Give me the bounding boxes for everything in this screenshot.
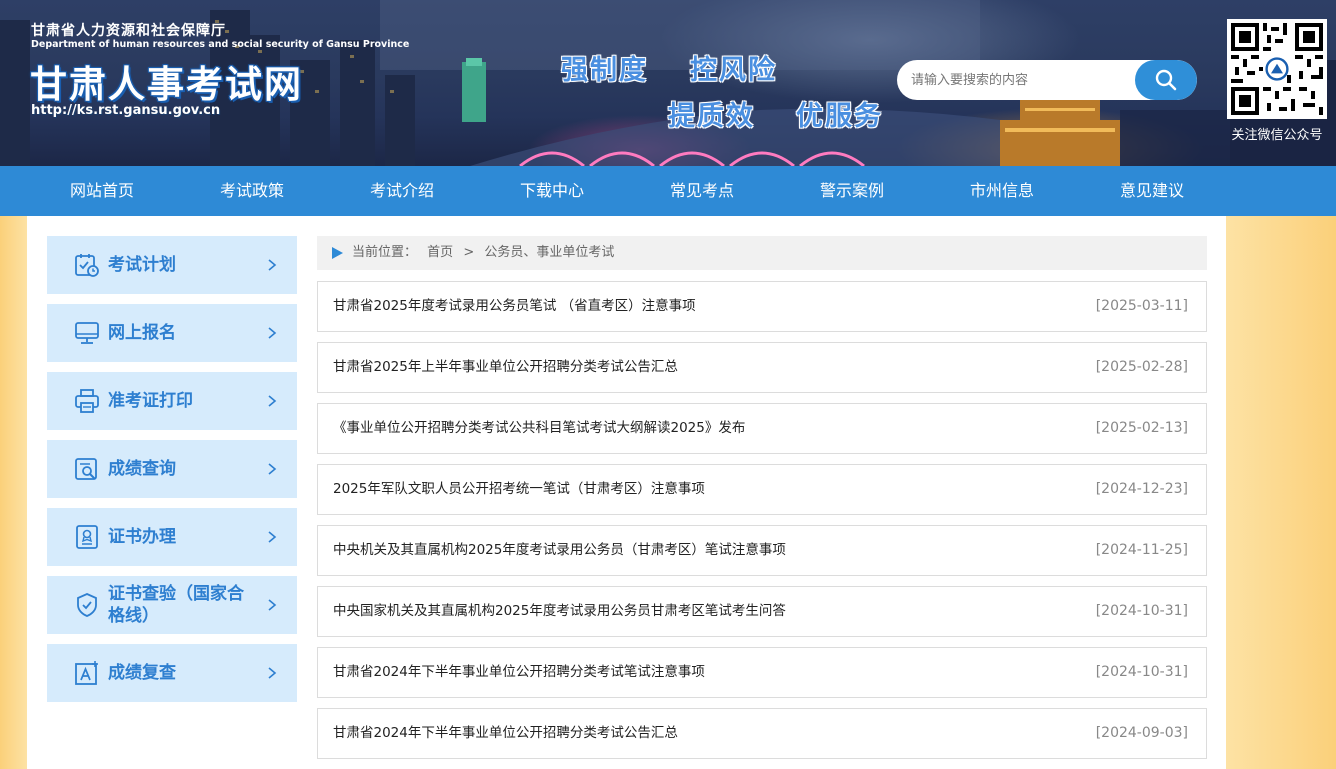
news-title[interactable]: 中央机关及其直属机构2025年度考试录用公务员（甘肃考区）笔试注意事项 <box>333 526 786 575</box>
slogan-2: 控风险 <box>690 55 777 86</box>
search-button[interactable] <box>1135 60 1197 100</box>
news-date: [2024-11-25] <box>1095 542 1188 558</box>
org-name-en: Department of human resources and social… <box>31 39 410 50</box>
play-arrow-icon <box>332 247 343 259</box>
news-date: [2024-12-23] <box>1095 481 1188 497</box>
sidebar-item-score-review[interactable]: 成绩复查 <box>47 644 297 702</box>
shield-check-icon <box>77 593 97 617</box>
news-list-item[interactable]: 甘肃省2025年上半年事业单位公开招聘分类考试公告汇总 [2025-02-28] <box>317 342 1207 393</box>
printer-icon <box>75 389 99 413</box>
breadcrumb: 当前位置： 首页 > 公务员、事业单位考试 <box>317 236 1207 270</box>
news-list-item[interactable]: 中央国家机关及其直属机构2025年度考试录用公务员甘肃考区笔试考生问答 [202… <box>317 586 1207 637</box>
news-list-item[interactable]: 2025年军队文职人员公开招考统一笔试（甘肃考区）注意事项 [2024-12-2… <box>317 464 1207 515</box>
chevron-right-icon <box>268 259 277 271</box>
sidebar-item-label: 网上报名 <box>108 323 176 343</box>
nav-item-home[interactable]: 网站首页 <box>27 166 177 216</box>
sidebar-item-label: 证书办理 <box>108 527 176 547</box>
slogan-3: 提质效 <box>668 101 755 132</box>
news-date: [2024-10-31] <box>1095 603 1188 619</box>
qr-caption: 关注微信公众号 <box>1231 128 1323 143</box>
sidebar-item-label: 考试计划 <box>108 255 176 275</box>
chevron-right-icon <box>268 327 277 339</box>
font-review-icon <box>75 661 98 685</box>
slogan-4: 优服务 <box>796 101 883 132</box>
news-list-item[interactable]: 甘肃省2024年下半年事业单位公开招聘分类考试笔试注意事项 [2024-10-3… <box>317 647 1207 698</box>
news-date: [2024-09-03] <box>1095 725 1188 741</box>
nav-item-exam-sites[interactable]: 常见考点 <box>627 166 777 216</box>
sidebar-item-label: 成绩复查 <box>108 663 176 683</box>
sidebar-item-label: 证书查验（国家合格线） <box>108 584 244 626</box>
news-title[interactable]: 甘肃省2024年下半年事业单位公开招聘分类考试公告汇总 <box>333 709 678 758</box>
nav-item-exam-policy[interactable]: 考试政策 <box>177 166 327 216</box>
main-nav: 网站首页 考试政策 考试介绍 下载中心 常见考点 警示案例 市州信息 意见建议 <box>0 166 1336 216</box>
qr-code-image <box>1227 19 1327 119</box>
chevron-right-icon <box>268 463 277 475</box>
nav-item-warning-cases[interactable]: 警示案例 <box>777 166 927 216</box>
site-title[interactable]: 甘肃人事考试网 <box>30 54 303 108</box>
breadcrumb-home-link[interactable]: 首页 <box>427 245 453 260</box>
news-title[interactable]: 2025年军队文职人员公开招考统一笔试（甘肃考区）注意事项 <box>333 465 705 514</box>
chevron-right-icon <box>268 667 277 679</box>
nav-item-exam-intro[interactable]: 考试介绍 <box>327 166 477 216</box>
news-date: [2025-02-13] <box>1095 420 1188 436</box>
news-list-item[interactable]: 《事业单位公开招聘分类考试公共科目笔试考试大纲解读2025》发布 [2025-0… <box>317 403 1207 454</box>
chevron-right-icon <box>268 599 277 611</box>
search-icon <box>1155 69 1177 91</box>
sidebar-item-certificate-verify[interactable]: 证书查验（国家合格线） <box>47 576 297 634</box>
sidebar-item-admission-ticket[interactable]: 准考证打印 <box>47 372 297 430</box>
nav-item-download[interactable]: 下载中心 <box>477 166 627 216</box>
sidebar-item-score-query[interactable]: 成绩查询 <box>47 440 297 498</box>
chevron-right-icon <box>268 395 277 407</box>
wechat-qr-code <box>1227 19 1327 119</box>
news-date: [2025-03-11] <box>1095 298 1188 314</box>
news-title[interactable]: 甘肃省2024年下半年事业单位公开招聘分类考试笔试注意事项 <box>333 648 705 697</box>
sidebar-item-label: 准考证打印 <box>108 391 193 411</box>
sidebar-item-online-registration[interactable]: 网上报名 <box>47 304 297 362</box>
org-name-cn: 甘肃省人力资源和社会保障厅 <box>31 23 226 39</box>
breadcrumb-separator: > <box>463 245 475 260</box>
nav-item-city-info[interactable]: 市州信息 <box>927 166 1077 216</box>
news-title[interactable]: 甘肃省2025年上半年事业单位公开招聘分类考试公告汇总 <box>333 343 678 392</box>
news-date: [2024-10-31] <box>1095 664 1188 680</box>
chevron-right-icon <box>268 531 277 543</box>
news-title[interactable]: 《事业单位公开招聘分类考试公共科目笔试考试大纲解读2025》发布 <box>333 404 745 453</box>
site-url: http://ks.rst.gansu.gov.cn <box>31 103 221 118</box>
breadcrumb-current[interactable]: 公务员、事业单位考试 <box>484 245 614 260</box>
search-document-icon <box>75 458 97 480</box>
sidebar-item-exam-plan[interactable]: 考试计划 <box>47 236 297 294</box>
sidebar-item-certificate[interactable]: 证书办理 <box>47 508 297 566</box>
slogan-1: 强制度 <box>561 55 648 86</box>
certificate-icon <box>76 525 98 549</box>
news-list-item[interactable]: 甘肃省2025年度考试录用公务员笔试 （省直考区）注意事项 [2025-03-1… <box>317 281 1207 332</box>
search-bar <box>897 60 1197 100</box>
search-input[interactable] <box>897 60 1149 100</box>
monitor-icon <box>75 322 99 344</box>
calendar-check-icon <box>75 254 99 277</box>
news-date: [2025-02-28] <box>1095 359 1188 375</box>
nav-item-feedback[interactable]: 意见建议 <box>1077 166 1227 216</box>
sidebar-item-label: 成绩查询 <box>108 459 176 479</box>
news-list-item[interactable]: 中央机关及其直属机构2025年度考试录用公务员（甘肃考区）笔试注意事项 [202… <box>317 525 1207 576</box>
header-banner: 甘肃省人力资源和社会保障厅 Department of human resour… <box>0 0 1336 166</box>
news-title[interactable]: 中央国家机关及其直属机构2025年度考试录用公务员甘肃考区笔试考生问答 <box>333 587 786 636</box>
news-title[interactable]: 甘肃省2025年度考试录用公务员笔试 （省直考区）注意事项 <box>333 282 696 331</box>
news-list-item[interactable]: 甘肃省2024年下半年事业单位公开招聘分类考试公告汇总 [2024-09-03] <box>317 708 1207 759</box>
breadcrumb-prefix: 当前位置： <box>352 245 418 260</box>
